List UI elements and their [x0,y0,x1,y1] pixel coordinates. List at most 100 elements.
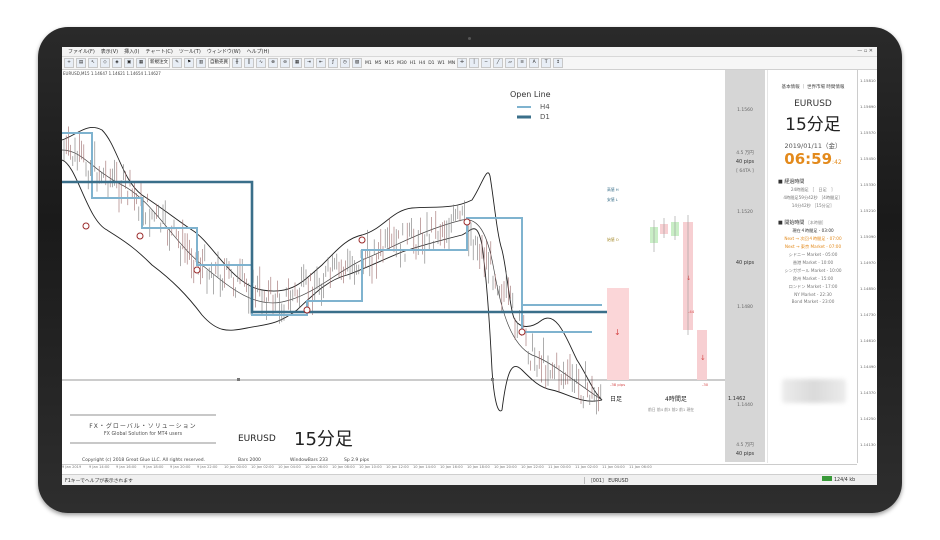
open-row: ロンドン Market - 17:00 [788,284,838,289]
daily-label: 日足 [610,396,623,403]
status-traffic: 124/4 kb [822,476,855,483]
camera-dot [468,37,471,40]
fibo-icon[interactable]: ≡ [517,58,528,68]
info-tabs[interactable]: 基本情報 ｜ 世界市場 時間情報 [768,84,858,90]
open-line-title: Open Line [510,90,551,99]
elapsed-heading: ■ 経過時間 [778,179,805,185]
time-axis-label: 10 Jan 08:00 [332,465,355,469]
zoom-in-icon[interactable]: ⊕ [268,58,278,68]
crosshair-icon[interactable]: ✛ [457,58,468,68]
tf-m5[interactable]: M5 [375,61,382,66]
h4-arrow-icon-2: ↓ [686,275,691,282]
panel-pips-1: 4.5 万円 [736,151,754,156]
indicators-icon[interactable]: ƒ [328,58,338,68]
open-row: 香港 Market - 10:00 [792,260,834,265]
time-axis-label: 10 Jan 00:00 [224,465,247,469]
time-axis-label: 10 Jan 10:00 [359,465,382,469]
open-row: シンガポール Market - 10:00 [784,268,842,273]
price-axis-label: 1.15330 [860,182,876,187]
h4-pips-2: -30 [702,382,709,387]
price-axis-label: 1.14490 [860,364,876,369]
vline-icon[interactable]: │ [469,58,480,68]
h4-label: 4時間足 [665,396,687,403]
daily-pips: -38 pips [610,382,626,387]
time-axis-label: 9 Jan 14:00 [89,465,110,469]
price-chart[interactable]: ↓ ↓ ↓ [62,70,725,464]
templates-icon[interactable]: ▧ [352,58,362,68]
open-row: 欧州 Market - 15:00 [792,276,834,281]
price-line-handle-mid [491,378,494,381]
text-icon[interactable]: A [529,58,540,68]
time-axis-label: 10 Jan 12:00 [386,465,409,469]
time-axis-label: 11 Jan 00:00 [548,465,571,469]
channel-icon[interactable]: ▱ [505,58,516,68]
time-axis-label: 11 Jan 02:00 [575,465,598,469]
tf-d1[interactable]: D1 [428,61,434,66]
new-order-button[interactable]: 新規注文 [148,58,170,68]
zoom-out-icon[interactable]: ⊖ [280,58,290,68]
open-rows-list: 現在４時間足 - 03:00 Next → 次回４時間足 - 07:00 Next … [768,228,858,304]
editor-icon[interactable]: ✎ [172,58,182,68]
menu-insert[interactable]: 挿入(I) [124,48,139,55]
mark-low: 安値 L [607,197,618,202]
tf-w1[interactable]: W1 [438,61,445,66]
tf-m15[interactable]: M15 [385,61,395,66]
log-icon[interactable]: ▥ [196,58,206,68]
periods-icon[interactable]: ◷ [340,58,350,68]
time-axis-label: 9 Jan 20:00 [170,465,191,469]
legend-d1: D1 [540,113,550,121]
chart-shift-icon[interactable]: ⇤ [316,58,326,68]
label-icon[interactable]: T [541,58,552,68]
menu-view[interactable]: 表示(V) [101,48,118,55]
cursor-icon[interactable]: ↖ [88,58,98,68]
trendline-icon[interactable]: ╱ [493,58,504,68]
elapsed-row: 24時間足 ［ 日足 ］ [790,187,836,192]
alert-icon[interactable]: ⚑ [184,58,194,68]
mt4-window: ファイル(F) 表示(V) 挿入(I) チャート(C) ツール(T) ウィンドウ… [62,47,877,485]
time-axis-label: 10 Jan 06:00 [305,465,328,469]
menu-window[interactable]: ウィンドウ(W) [207,48,241,55]
open-row: Bond Market - 23:00 [791,299,835,304]
time-axis: 9 Jan 2019 9 Jan 14:00 9 Jan 16:00 9 Jan 18… [62,464,857,473]
price-axis-label: 1.15810 [860,78,876,83]
hline-icon[interactable]: ─ [481,58,492,68]
line-chart-icon[interactable]: ∿ [256,58,266,68]
connection-icon [822,476,832,481]
open-row: 現在４時間足 - 03:00 [792,228,834,233]
price-axis-label: 1.14130 [860,442,876,447]
menu-help[interactable]: ヘルプ(H) [247,48,270,55]
menu-chart[interactable]: チャート(C) [146,48,173,55]
arrows-icon[interactable]: ↕ [553,58,564,68]
tf-m30[interactable]: M30 [397,61,407,66]
tf-m1[interactable]: M1 [365,61,372,66]
tf-h4[interactable]: H4 [419,61,425,66]
auto-trade-button[interactable]: 自動売買 [208,58,230,68]
open-row: Next → 次回４時間足 - 07:00 [784,236,842,241]
mark-high: 高値 H [607,187,619,192]
panel-pips-3b: 40 pips [735,451,755,457]
menu-file[interactable]: ファイル(F) [68,48,95,55]
daily-arrow-icon: ↓ [614,328,621,337]
menu-bar: ファイル(F) 表示(V) 挿入(I) チャート(C) ツール(T) ウィンドウ… [62,47,877,57]
tf-h1[interactable]: H1 [410,61,416,66]
menu-tools[interactable]: ツール(T) [179,48,201,55]
window-controls-icon[interactable]: — ▫ ✕ [857,48,873,54]
autoscroll-icon[interactable]: ⇥ [304,58,314,68]
time-axis-label: 9 Jan 16:00 [116,465,137,469]
profiles-icon[interactable]: ▤ [76,58,86,68]
candle-chart-icon[interactable]: ┃ [244,58,254,68]
navigator-icon[interactable]: ◈ [112,58,122,68]
bar-chart-icon[interactable]: ╫ [232,58,242,68]
price-axis-label: 1.14610 [860,338,876,343]
tester-icon[interactable]: ▦ [136,58,146,68]
new-chart-icon[interactable]: + [64,58,74,68]
terminal-icon[interactable]: ▣ [124,58,134,68]
time-axis-label: 10 Jan 18:00 [467,465,490,469]
panel-price-4: 1.1440 [737,403,753,408]
market-watch-icon[interactable]: ◇ [100,58,110,68]
price-axis-label: 1.15450 [860,156,876,161]
tf-mn[interactable]: MN [448,61,455,66]
tile-icon[interactable]: ▦ [292,58,302,68]
h4-open-line-2 [522,304,602,306]
bottom-symbol: EURUSD [238,434,276,444]
